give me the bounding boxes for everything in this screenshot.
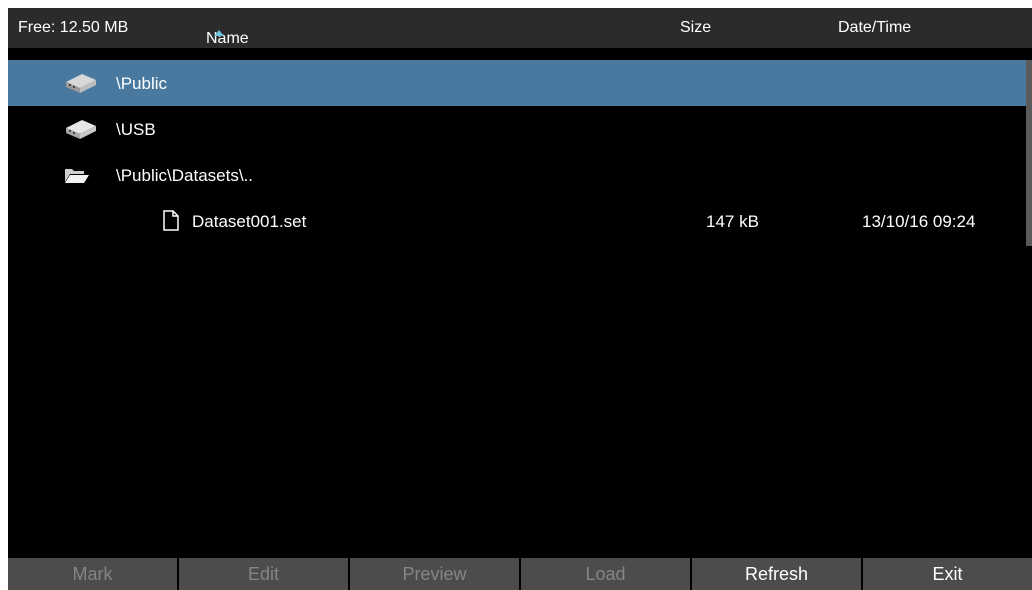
file-icon xyxy=(163,210,179,231)
scrollbar[interactable] xyxy=(1026,60,1032,246)
drive-icon xyxy=(66,74,96,93)
file-row-label: \USB xyxy=(116,120,156,139)
file-row-usb[interactable]: \USB xyxy=(8,106,1026,152)
file-row-parent-folder[interactable]: \Public\Datasets\.. xyxy=(8,152,1026,198)
sort-ascending-icon xyxy=(214,30,224,36)
file-row-label: \Public\Datasets\.. xyxy=(116,166,254,185)
file-datetime: 13/10/16 09:24 xyxy=(862,212,976,231)
edit-button[interactable]: Edit xyxy=(179,558,348,590)
load-button[interactable]: Load xyxy=(521,558,690,590)
file-manager-screen: Free: 12.50 MB Name Size Date/Time \Publ… xyxy=(8,8,1032,590)
file-row-public[interactable]: \Public xyxy=(8,60,1026,106)
drive-icon xyxy=(66,120,96,139)
file-list-header: Free: 12.50 MB Name Size Date/Time xyxy=(8,8,1032,48)
mark-button[interactable]: Mark xyxy=(8,558,177,590)
exit-button[interactable]: Exit xyxy=(863,558,1032,590)
datetime-column-header[interactable]: Date/Time xyxy=(838,19,911,37)
file-row-dataset001[interactable]: Dataset001.set 147 kB 13/10/16 09:24 xyxy=(8,198,1026,244)
name-column-label: Name xyxy=(206,30,249,47)
size-column-header[interactable]: Size xyxy=(680,19,711,37)
folder-open-icon xyxy=(65,169,89,183)
free-space-label: Free: 12.50 MB xyxy=(18,19,129,36)
softkey-bar: Mark Edit Preview Load Refresh Exit xyxy=(8,558,1032,590)
preview-button[interactable]: Preview xyxy=(350,558,519,590)
file-row-label: Dataset001.set xyxy=(192,212,307,231)
file-size: 147 kB xyxy=(706,212,759,231)
file-row-label: \Public xyxy=(116,74,168,93)
refresh-button[interactable]: Refresh xyxy=(692,558,861,590)
